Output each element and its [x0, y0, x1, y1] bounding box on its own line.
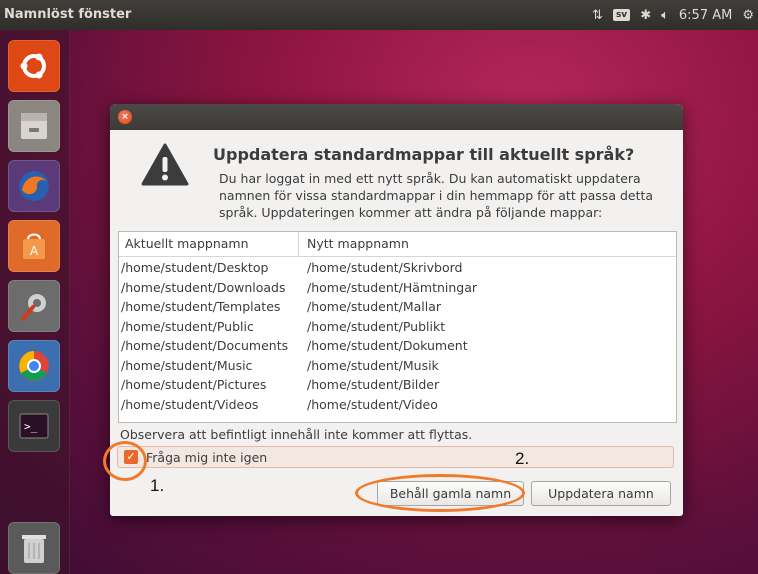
terminal-icon[interactable]: >_: [8, 400, 60, 452]
ubuntu-dash-icon[interactable]: [8, 40, 60, 92]
list-header: Aktuellt mappnamn Nytt mappnamn: [119, 232, 676, 257]
close-icon[interactable]: ×: [118, 110, 132, 124]
table-row[interactable]: /home/student/Videos/home/student/Video: [119, 395, 676, 415]
current-name-cell: /home/student/Pictures: [121, 377, 267, 392]
software-center-icon[interactable]: A: [8, 220, 60, 272]
dialog-titlebar[interactable]: ×: [110, 104, 683, 130]
annotation-step2-label: 2.: [515, 449, 530, 468]
warning-icon: [141, 143, 189, 186]
folder-rename-list[interactable]: Aktuellt mappnamn Nytt mappnamn /home/st…: [118, 231, 677, 423]
move-note: Observera att befintligt innehåll inte k…: [120, 427, 473, 442]
indicator-area: ⇅ sv ✱ 🔈︎ 6:57 AM ⚙: [592, 0, 758, 30]
table-row[interactable]: /home/student/Downloads/home/student/Häm…: [119, 278, 676, 298]
dialog-description: Du har loggat in med ett nytt språk. Du …: [219, 171, 654, 220]
firefox-icon[interactable]: [8, 160, 60, 212]
current-name-cell: /home/student/Downloads: [121, 279, 286, 295]
table-row[interactable]: /home/student/Music/home/student/Musik: [119, 356, 676, 376]
network-icon[interactable]: ⇅: [592, 8, 603, 23]
table-row[interactable]: /home/student/Pictures/home/student/Bild…: [119, 375, 676, 395]
new-name-cell: /home/student/Video: [307, 396, 438, 412]
volume-icon[interactable]: 🔈︎: [661, 8, 669, 23]
window-title: Namnlöst fönster: [4, 7, 132, 22]
new-name-cell: /home/student/Bilder: [307, 377, 440, 392]
dialog-heading: Uppdatera standardmappar till aktuellt s…: [213, 145, 635, 164]
dont-ask-again-label[interactable]: Fråga mig inte igen: [146, 450, 267, 465]
update-names-button[interactable]: Uppdatera namn: [531, 481, 671, 506]
new-name-cell: /home/student/Mallar: [307, 299, 442, 314]
new-name-cell: /home/student/Publikt: [307, 318, 446, 334]
new-name-cell: /home/student/Dokument: [307, 338, 468, 353]
current-name-cell: /home/student/Videos: [121, 396, 259, 412]
clock[interactable]: 6:57 AM: [679, 8, 732, 23]
system-settings-icon[interactable]: [8, 280, 60, 332]
table-row[interactable]: /home/student/Documents/home/student/Dok…: [119, 336, 676, 356]
current-name-cell: /home/student/Music: [121, 357, 253, 373]
annotation-ellipse-step2: [355, 474, 525, 512]
svg-text:>_: >_: [24, 420, 38, 433]
table-row[interactable]: /home/student/Desktop/home/student/Skriv…: [119, 258, 676, 278]
new-name-cell: /home/student/Skrivbord: [307, 260, 463, 275]
chrome-icon[interactable]: [8, 340, 60, 392]
column-header-new[interactable]: Nytt mappnamn: [299, 232, 409, 256]
current-name-cell: /home/student/Public: [121, 318, 254, 334]
update-folders-dialog: × Uppdatera standardmappar till aktuellt…: [110, 104, 683, 516]
table-row[interactable]: /home/student/Public/home/student/Publik…: [119, 317, 676, 337]
table-row[interactable]: /home/student/Templates/home/student/Mal…: [119, 297, 676, 317]
annotation-step1-label: 1.: [150, 476, 165, 495]
gear-icon[interactable]: ⚙: [742, 8, 754, 23]
bluetooth-icon[interactable]: ✱: [640, 8, 651, 23]
current-name-cell: /home/student/Documents: [121, 338, 289, 353]
new-name-cell: /home/student/Musik: [307, 357, 439, 373]
svg-text:A: A: [30, 244, 39, 258]
keyboard-layout-indicator[interactable]: sv: [612, 9, 631, 21]
current-name-cell: /home/student/Templates: [121, 299, 281, 314]
column-header-current[interactable]: Aktuellt mappnamn: [119, 232, 299, 256]
list-body: /home/student/Desktop/home/student/Skriv…: [119, 257, 676, 414]
new-name-cell: /home/student/Hämtningar: [307, 279, 478, 295]
top-panel: Namnlöst fönster ⇅ sv ✱ 🔈︎ 6:57 AM ⚙: [0, 0, 758, 30]
launcher: A >_: [0, 30, 70, 574]
current-name-cell: /home/student/Desktop: [121, 260, 269, 275]
files-icon[interactable]: [8, 100, 60, 152]
trash-icon[interactable]: [8, 522, 60, 574]
dont-ask-again-row[interactable]: ✓ Fråga mig inte igen: [117, 446, 674, 468]
annotation-circle-step1: [103, 441, 147, 481]
